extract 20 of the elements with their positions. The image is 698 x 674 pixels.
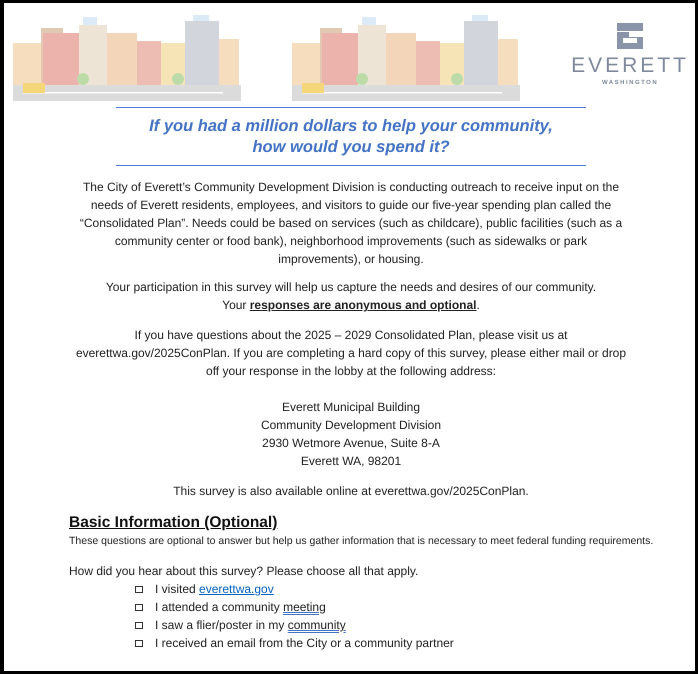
participation-paragraph: Your participation in this survey will help us capture the needs and desires of our community. Your responses are anonymous and optional. (104, 279, 598, 314)
intro-paragraph: The City of Everett’s Community Development Division is conducting outreach to receive input on the needs of Everett residents, employees, and visitors to guide our five-year spending plan called the “Consolidated Plan”. Needs could be based on services (such as childcare), public facilities (such as a community center or food bank), neighborhood improvements (such as sidewalks or park improvements), or housing. (78, 179, 624, 268)
online-note: This survey is also available online at everettwa.gov/2025ConPlan. (172, 483, 530, 500)
address: Everett Municipal Building Community Development Division 2930 Wetmore Avenue, Suite 8-A Everett WA, 98201 (260, 399, 442, 470)
section-description: These questions are optional to answer but help us gather information that is necessary to meet federal funding requirements. (69, 534, 654, 548)
logo-wordmark: EVERETT (571, 55, 689, 76)
option-label: I visited everettwa.gov (155, 582, 274, 596)
checkbox[interactable] (135, 640, 143, 647)
questions-paragraph: If you have questions about the 2025 – 2029 Consolidated Plan, please visit us at everettwa.gov/2025ConPlan. If you are completing a hard copy of this survey, please either mail or drop off your response in the lobby at the following address: (74, 327, 628, 380)
checkbox[interactable] (135, 586, 143, 593)
option-label: I received an email from the City or a community partner (155, 636, 454, 650)
logo-icon (617, 23, 644, 49)
option-label: I attended a community meeting (155, 600, 326, 614)
headline: If you had a million dollars to help your community, how would you spend it? (148, 116, 554, 158)
question-text: How did you hear about this survey? Please choose all that apply. (69, 564, 420, 578)
section-title: Basic Information (Optional) (69, 514, 278, 532)
option-label: I saw a flier/poster in my community (155, 618, 346, 632)
link[interactable]: everettwa.gov (199, 582, 274, 596)
checkbox[interactable] (135, 604, 143, 611)
checkbox[interactable] (135, 622, 143, 629)
